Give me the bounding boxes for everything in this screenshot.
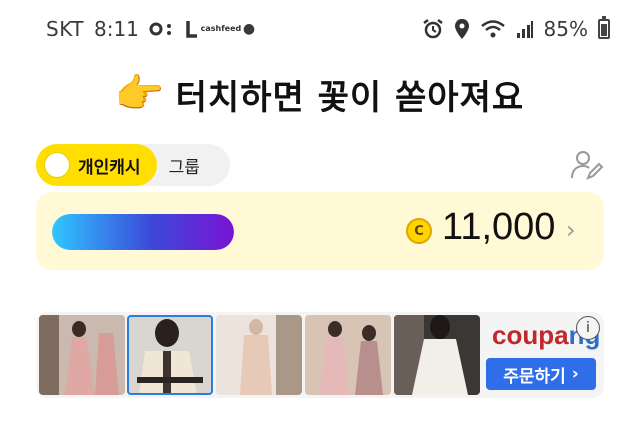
toggle-knob [44, 152, 70, 178]
toggle-personal-label: 개인캐시 [78, 157, 141, 178]
carrier-label: SKT [46, 17, 84, 41]
info-icon[interactable]: i [576, 316, 600, 340]
oo-icon [149, 20, 175, 38]
dot-icon: ● [242, 21, 256, 37]
cashfeed-icon: cash feed [201, 25, 242, 33]
wifi-icon [480, 19, 506, 39]
cash-amount: 11,000 [442, 206, 556, 248]
battery-icon [598, 16, 610, 39]
chevron-right-icon: › [571, 364, 579, 384]
clock: 8:11 [93, 17, 139, 41]
headline-text: 터치하면 꽃이 쏟아져요 [175, 77, 525, 118]
ad-thumbnail-pink-dress[interactable] [39, 315, 125, 395]
cash-progress-fill [52, 214, 234, 250]
cashfeed-line1: cash [200, 24, 222, 33]
cash-card[interactable]: C 11,000 › [36, 192, 604, 270]
status-right: 85% [422, 16, 610, 41]
chevron-right-icon: › [566, 216, 576, 244]
order-button-label: 주문하기 [503, 366, 566, 387]
ad-thumbnail-beige-blazer[interactable] [216, 315, 302, 395]
ad-thumbnail-beige-jacket[interactable] [127, 315, 213, 395]
location-icon [454, 18, 470, 40]
toggle-group[interactable]: 그룹 [157, 153, 200, 178]
ad-thumbnail-pink-skirt[interactable] [305, 315, 391, 395]
cashfeed-line2: feed [221, 24, 242, 33]
order-button[interactable]: 주문하기 › [486, 358, 596, 390]
battery-percent: 85% [543, 17, 588, 41]
status-bar: SKT 8:11 cash feed ● 85% [0, 0, 640, 58]
pointing-hand-icon: 👈 [115, 71, 166, 117]
coin-icon: C [406, 218, 432, 244]
toggle-personal-cash[interactable]: 개인캐시 [36, 144, 157, 186]
cash-progress-bar [52, 214, 234, 250]
cash-type-toggle: 개인캐시 그룹 [36, 144, 230, 186]
headline[interactable]: 👈 터치하면 꽃이 쏟아져요 [0, 64, 640, 124]
alarm-icon [422, 18, 444, 40]
l-icon [185, 19, 199, 39]
edit-profile-icon[interactable] [570, 148, 604, 182]
signal-icon [516, 19, 534, 39]
status-left: SKT 8:11 cash feed ● [46, 17, 255, 41]
ad-thumbnail-white-dress[interactable] [394, 315, 480, 395]
coupang-logo-part1: coupa [492, 320, 569, 350]
ad-banner[interactable]: coupang i 주문하기 › [36, 312, 604, 398]
screen: SKT 8:11 cash feed ● 85% 👈 터치하면 꽃이 쏟아져요 … [0, 0, 640, 440]
